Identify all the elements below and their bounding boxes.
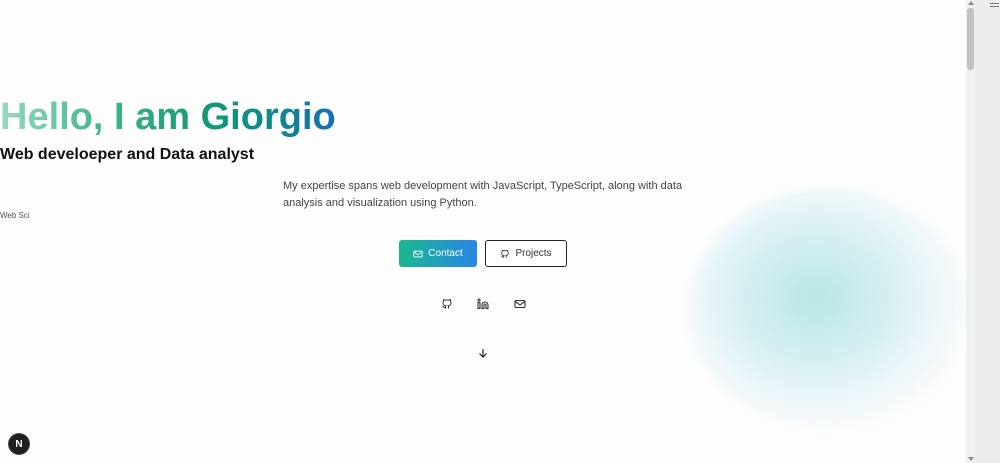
scrollbar-thumb[interactable]	[967, 8, 974, 70]
page-viewport: Hello, I am Giorgio Web develoeper and D…	[0, 0, 966, 463]
hero-description: My expertise spans web development with …	[283, 180, 683, 209]
hero-tag: Web Sci	[0, 211, 30, 220]
mail-icon	[413, 250, 423, 257]
scroll-up-arrow-icon[interactable]	[968, 1, 974, 5]
scroll-down-button[interactable]	[477, 347, 489, 359]
social-links	[0, 298, 966, 312]
contact-button-label: Contact	[428, 248, 463, 259]
linkedin-link[interactable]	[477, 298, 489, 310]
hero-subtitle: Web develoeper and Data analyst	[0, 146, 255, 163]
contact-button[interactable]: Contact	[399, 240, 477, 267]
arrow-down-icon	[479, 349, 487, 358]
github-icon	[442, 299, 452, 309]
menu-icon[interactable]	[990, 3, 999, 9]
email-link[interactable]	[514, 298, 526, 310]
mail-icon	[514, 299, 526, 309]
nextjs-devtools-badge[interactable]: N	[9, 434, 29, 454]
badge-letter: N	[15, 438, 23, 450]
github-icon	[501, 249, 510, 258]
linkedin-icon	[477, 298, 489, 310]
scroll-down-arrow-icon[interactable]	[968, 457, 974, 461]
projects-button[interactable]: Projects	[485, 240, 567, 267]
github-link[interactable]	[441, 298, 453, 310]
projects-button-label: Projects	[515, 248, 552, 259]
hero-title: Hello, I am Giorgio	[0, 96, 336, 138]
vertical-scrollbar[interactable]	[966, 0, 975, 463]
side-panel-strip	[975, 0, 1000, 463]
